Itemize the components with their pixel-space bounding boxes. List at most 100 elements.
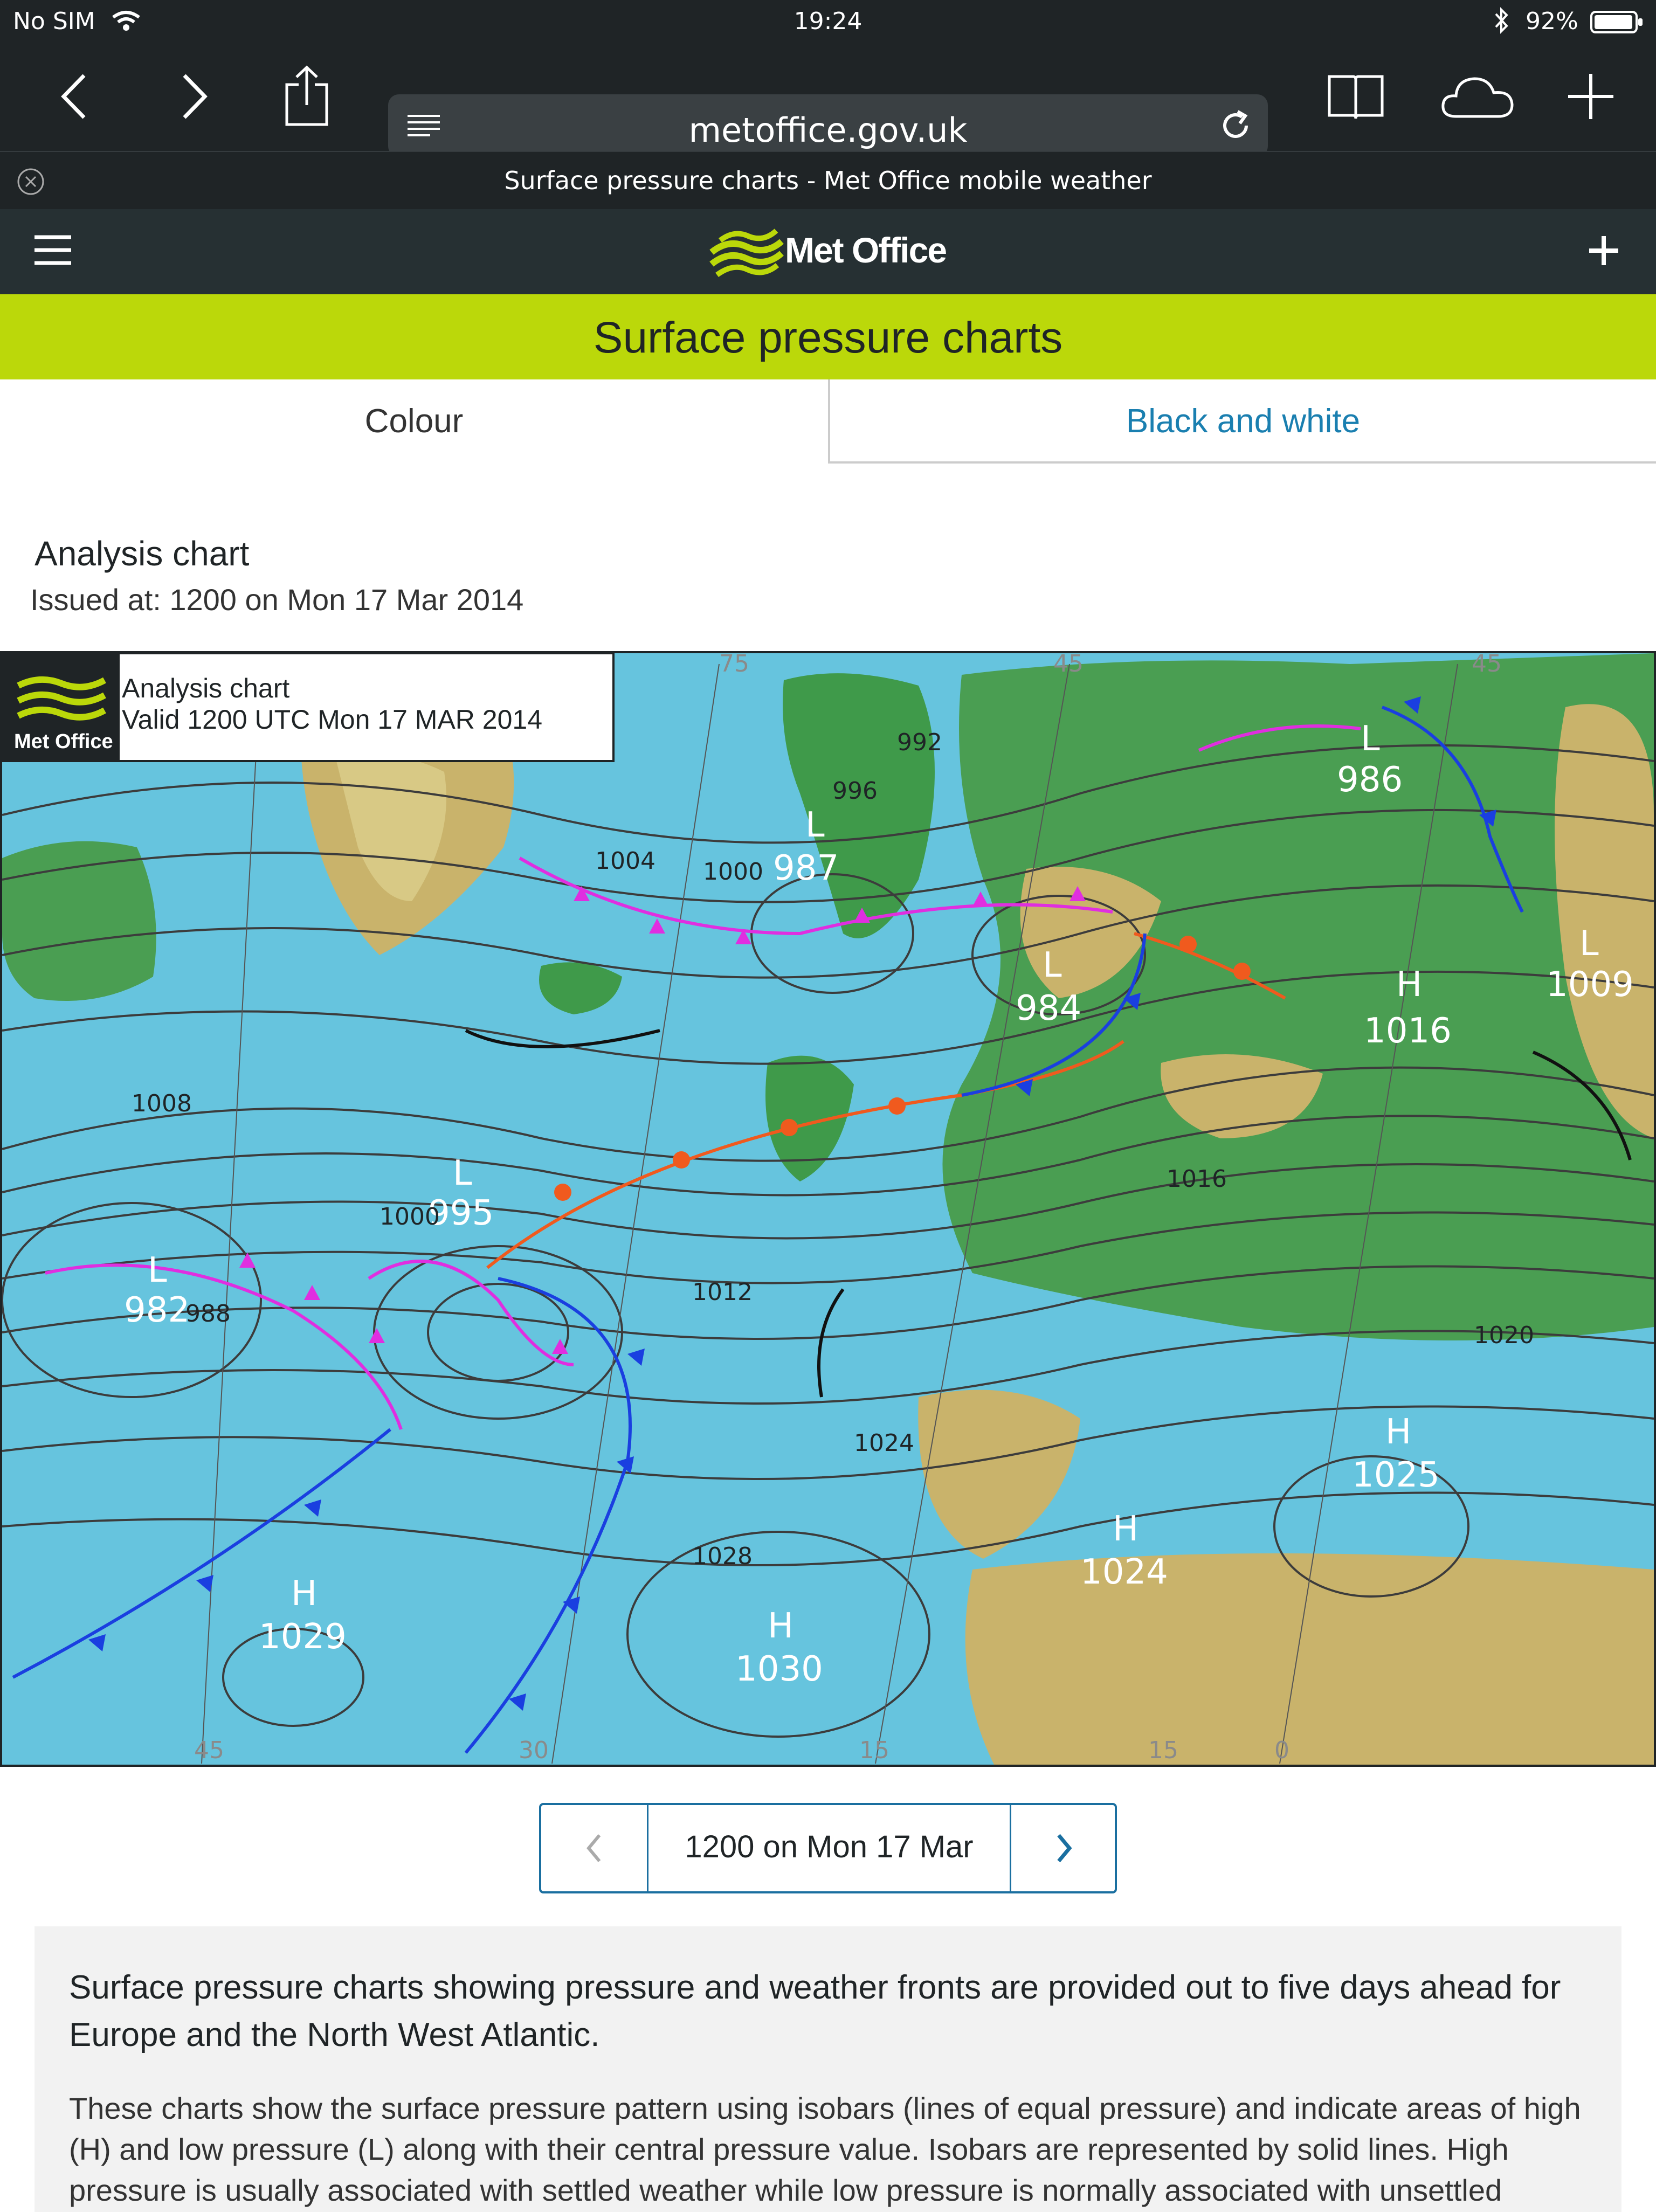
warm-front-semicircle — [1179, 936, 1197, 953]
chevron-right-icon — [183, 74, 208, 119]
centre-value: 987 — [773, 848, 839, 888]
logo-waves-icon — [709, 229, 784, 278]
chevron-left-icon — [61, 74, 86, 119]
grid-label: 15 — [1148, 1737, 1178, 1764]
reload-icon[interactable] — [1218, 108, 1253, 143]
clock-text: 19:24 — [794, 8, 862, 35]
address-bar[interactable]: metoffice.gov.uk — [388, 94, 1268, 157]
isobar-label: 996 — [832, 777, 878, 805]
warm-front-semicircle — [673, 1151, 690, 1169]
land-north-africa — [965, 1553, 1654, 1765]
info-lead-text: Surface pressure charts showing pressure… — [69, 1969, 1561, 2054]
bookmarks-button[interactable] — [1315, 56, 1396, 137]
page-title: Surface pressure charts — [593, 313, 1063, 362]
tab-colour[interactable]: Colour — [0, 379, 828, 464]
isobar-label: 1016 — [1167, 1165, 1227, 1193]
url-text: metoffice.gov.uk — [688, 110, 968, 150]
forward-button[interactable] — [153, 56, 234, 137]
warm-front-semicircle — [781, 1119, 798, 1136]
isobar-label: 1012 — [692, 1278, 753, 1306]
centre-type: H — [1385, 1412, 1411, 1452]
chart-time-pager: 1200 on Mon 17 Mar — [539, 1803, 1117, 1893]
grid-label: 45 — [1472, 653, 1502, 678]
isobar-label: 1000 — [380, 1203, 440, 1231]
logo-text: Met Office — [785, 230, 947, 270]
isobar-label: 1008 — [132, 1090, 192, 1117]
battery-icon — [1590, 11, 1643, 33]
page-banner: Surface pressure charts — [0, 294, 1656, 379]
chart-heading: Analysis chart — [34, 534, 250, 573]
grid-label: 45 — [1053, 653, 1084, 678]
grid-label: 15 — [859, 1737, 889, 1764]
info-body-text: These charts show the surface pressure p… — [69, 2091, 1581, 2207]
icloud-tabs-button[interactable] — [1437, 56, 1518, 137]
centre-value: 1009 — [1546, 965, 1634, 1005]
centre-value: 984 — [1016, 989, 1081, 1028]
legend-title: Analysis chart — [122, 673, 289, 703]
book-icon — [1328, 75, 1384, 119]
centre-value: 1025 — [1352, 1455, 1440, 1495]
site-header: Met Office — [0, 209, 1656, 294]
warm-front-semicircle — [888, 1097, 906, 1115]
centre-value: 982 — [124, 1290, 190, 1330]
centre-type: L — [1361, 719, 1380, 759]
chevron-left-icon — [586, 1834, 601, 1862]
centre-type: L — [453, 1153, 472, 1193]
centre-type: L — [1043, 945, 1062, 985]
grid-label: 0 — [1274, 1737, 1289, 1764]
tab-black-and-white[interactable]: Black and white — [828, 379, 1656, 464]
warm-front-semicircle — [1233, 963, 1251, 980]
surface-pressure-chart: L 987 L 986 L 984 L 1009 H 1016 L 995 L … — [0, 651, 1656, 1767]
isobar-label: 1004 — [595, 847, 656, 875]
status-bar: No SIM 19:24 92% — [0, 0, 1656, 43]
centre-type: L — [1579, 924, 1599, 964]
centre-type: H — [768, 1606, 794, 1646]
legend-valid-time: Valid 1200 UTC Mon 17 MAR 2014 — [122, 704, 542, 735]
centre-value: 1024 — [1080, 1552, 1168, 1592]
tab-title: Surface pressure charts - Met Office mob… — [504, 166, 1152, 195]
share-icon — [285, 65, 328, 126]
isobar-label: 1028 — [692, 1543, 753, 1570]
met-office-logo[interactable]: Met Office — [709, 225, 957, 279]
chart-map-svg: L 987 L 986 L 984 L 1009 H 1016 L 995 L … — [2, 653, 1654, 1765]
centre-value: 1016 — [1364, 1011, 1452, 1051]
land-baffin — [2, 841, 156, 1001]
browser-tab[interactable]: Surface pressure charts - Met Office mob… — [0, 151, 1656, 209]
issued-text: Issued at: 1200 on Mon 17 Mar 2014 — [30, 583, 524, 617]
chart-style-tabs: Colour Black and white — [0, 379, 1656, 464]
isobar-label: 1024 — [854, 1429, 914, 1457]
chart-time-label: 1200 on Mon 17 Mar — [647, 1805, 1011, 1891]
isobar-label: 1000 — [703, 858, 763, 886]
isobar-label: 1020 — [1474, 1322, 1534, 1349]
new-tab-button[interactable] — [1550, 56, 1631, 137]
warm-front-semicircle — [554, 1184, 571, 1201]
centre-type: L — [805, 805, 825, 845]
grid-label: 75 — [719, 653, 749, 678]
grid-label: 45 — [194, 1737, 224, 1764]
plus-icon — [1568, 74, 1613, 119]
bluetooth-icon — [1495, 7, 1508, 34]
centre-type: H — [291, 1574, 317, 1614]
menu-icon[interactable] — [32, 233, 73, 267]
next-chart-button[interactable] — [1011, 1805, 1117, 1891]
chart-legend-box: Met Office Analysis chart Valid 1200 UTC… — [2, 653, 615, 762]
browser-toolbar: metoffice.gov.uk — [0, 43, 1656, 157]
legend-logo-text: Met Office — [14, 730, 113, 753]
chevron-right-icon — [1057, 1834, 1072, 1863]
cloud-icon — [1441, 77, 1514, 118]
centre-value: 986 — [1337, 760, 1403, 800]
battery-percent: 92% — [1526, 8, 1578, 35]
centre-type: L — [148, 1250, 167, 1290]
isobar-label: 988 — [185, 1300, 231, 1328]
previous-chart-button[interactable] — [541, 1805, 647, 1891]
info-panel: Surface pressure charts showing pressure… — [34, 1926, 1622, 2212]
centre-value: 1029 — [259, 1617, 347, 1657]
centre-type: H — [1396, 965, 1422, 1005]
grid-label: 30 — [519, 1737, 549, 1764]
isobar-label: 992 — [897, 729, 942, 756]
back-button[interactable] — [34, 56, 115, 137]
add-plus-icon[interactable] — [1585, 232, 1623, 269]
centre-type: H — [1113, 1509, 1138, 1549]
share-button[interactable] — [266, 56, 347, 137]
centre-value: 1030 — [735, 1649, 823, 1689]
